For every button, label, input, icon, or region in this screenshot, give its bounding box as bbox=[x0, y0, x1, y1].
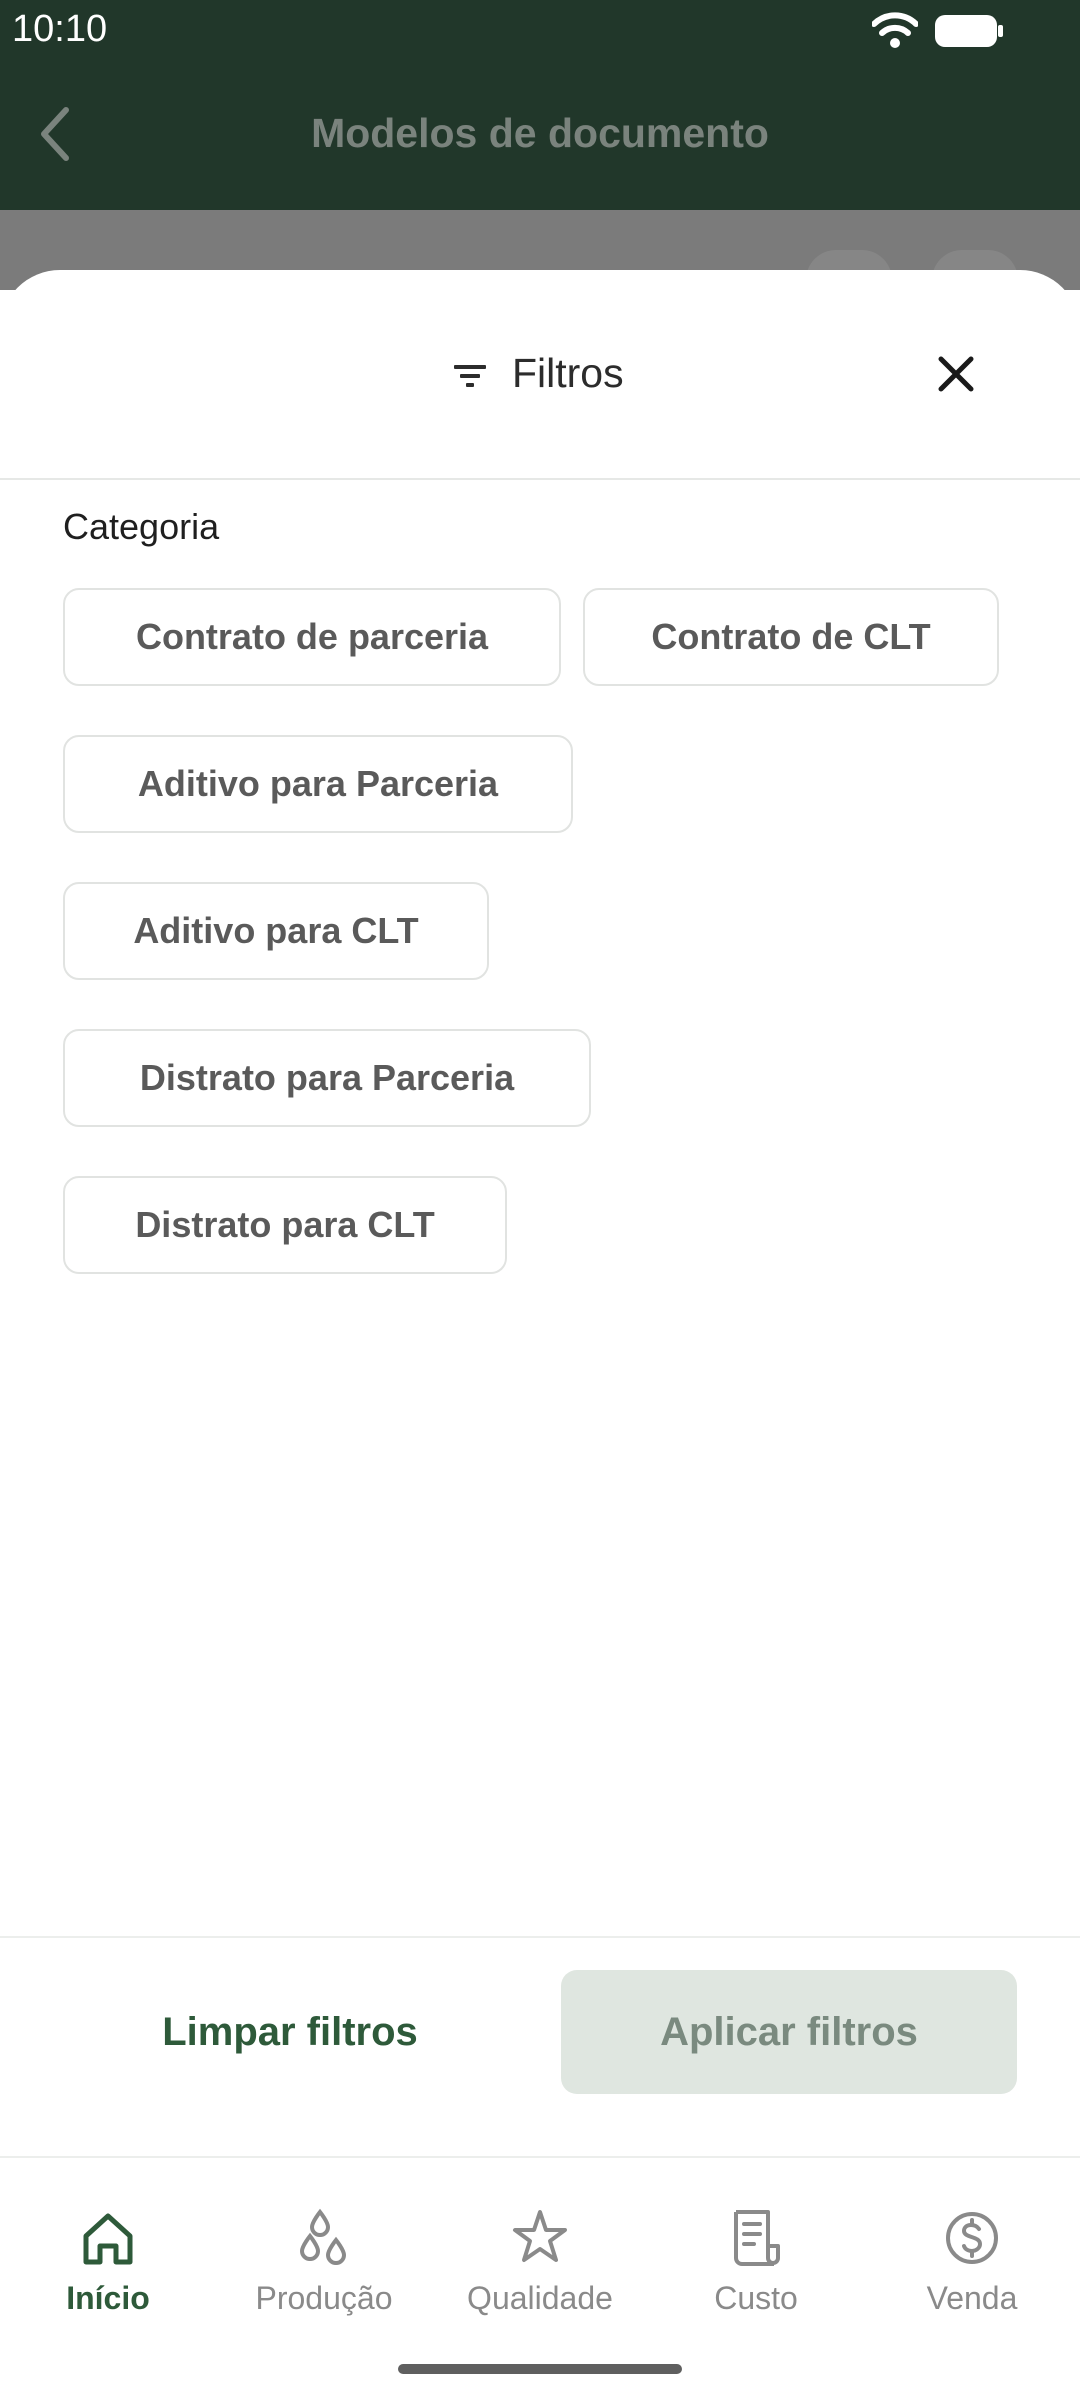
nav-item-qualidade[interactable]: Qualidade bbox=[440, 2208, 640, 2338]
star-icon bbox=[513, 2210, 567, 2262]
nav-label: Início bbox=[66, 2280, 150, 2316]
page-title: Modelos de documento bbox=[311, 110, 769, 156]
chip-distrato-para-parceria[interactable]: Distrato para Parceria bbox=[63, 1029, 591, 1127]
sheet-header: Filtros bbox=[0, 270, 1080, 480]
receipt-icon bbox=[734, 2210, 780, 2266]
nav-item-custo[interactable]: Custo bbox=[656, 2208, 856, 2338]
app-bar: Modelos de documento bbox=[0, 62, 1080, 210]
apply-filters-button[interactable]: Aplicar filtros bbox=[561, 1970, 1017, 2094]
drops-icon bbox=[299, 2208, 347, 2265]
chip-contrato-de-parceria[interactable]: Contrato de parceria bbox=[63, 588, 561, 686]
filter-sheet: Filtros Categoria Contrato de parceria C… bbox=[0, 270, 1080, 2156]
nav-label: Custo bbox=[714, 2280, 798, 2316]
status-time: 10:10 bbox=[12, 8, 108, 50]
clear-filters-button[interactable]: Limpar filtros bbox=[90, 1970, 490, 2094]
divider bbox=[0, 1936, 1080, 1938]
sheet-title: Filtros bbox=[512, 350, 624, 396]
filter-icon bbox=[454, 365, 486, 387]
battery-icon bbox=[935, 15, 1003, 47]
chip-contrato-de-clt[interactable]: Contrato de CLT bbox=[583, 588, 999, 686]
category-label: Categoria bbox=[63, 506, 220, 547]
nav-label: Qualidade bbox=[467, 2280, 613, 2316]
home-icon bbox=[83, 2213, 133, 2265]
close-icon[interactable] bbox=[936, 354, 976, 394]
chip-aditivo-para-clt[interactable]: Aditivo para CLT bbox=[63, 882, 489, 980]
home-indicator[interactable] bbox=[398, 2364, 682, 2374]
dollar-circle-icon bbox=[946, 2212, 998, 2264]
nav-item-producao[interactable]: Produção bbox=[224, 2208, 424, 2338]
chip-distrato-para-clt[interactable]: Distrato para CLT bbox=[63, 1176, 507, 1274]
status-bar: 10:10 bbox=[0, 0, 1080, 62]
chip-aditivo-para-parceria[interactable]: Aditivo para Parceria bbox=[63, 735, 573, 833]
nav-label: Venda bbox=[926, 2280, 1018, 2316]
wifi-icon bbox=[872, 12, 918, 48]
nav-label: Produção bbox=[255, 2280, 393, 2316]
nav-item-venda[interactable]: Venda bbox=[872, 2208, 1072, 2338]
nav-item-inicio[interactable]: Início bbox=[8, 2208, 208, 2338]
